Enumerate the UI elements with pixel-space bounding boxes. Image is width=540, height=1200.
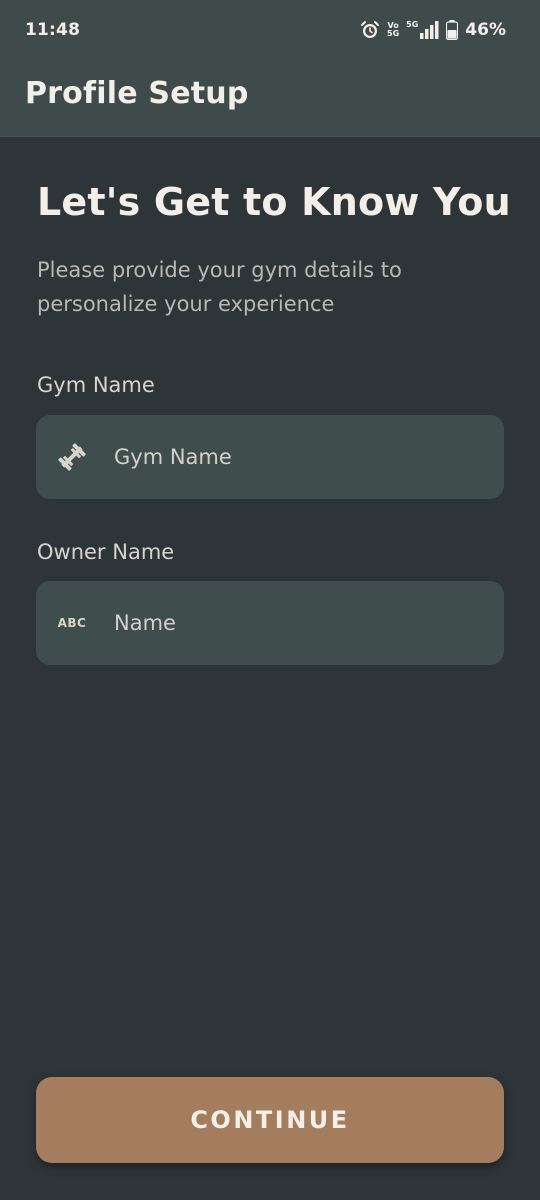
gym-name-input[interactable] — [114, 435, 484, 479]
abc-icon: ABC — [56, 607, 88, 639]
gym-name-label: Gym Name — [37, 373, 155, 397]
app-bar: 11:48 Vo 5G 5G 46% Profile Setup — [0, 0, 540, 137]
page-title: Profile Setup — [25, 76, 249, 111]
volte-bottom-label: 5G — [387, 29, 400, 38]
alarm-icon — [360, 20, 380, 40]
volte-indicator: Vo 5G — [387, 22, 399, 38]
signal-network-label: 5G — [406, 20, 419, 29]
signal-icon: 5G — [406, 21, 439, 39]
welcome-heading: Let's Get to Know You — [37, 180, 511, 224]
battery-percentage: 46% — [465, 20, 506, 40]
status-icons: Vo 5G 5G 46% — [360, 18, 506, 42]
welcome-subtitle: Please provide your gym details to perso… — [37, 258, 402, 316]
status-bar: 11:48 Vo 5G 5G 46% — [0, 0, 540, 62]
dumbbell-icon — [56, 441, 88, 473]
owner-name-field[interactable]: ABC — [36, 581, 504, 665]
owner-name-label: Owner Name — [37, 540, 175, 564]
continue-button[interactable]: CONTINUE — [36, 1077, 504, 1163]
battery-icon — [446, 20, 459, 40]
gym-name-field[interactable] — [36, 415, 504, 499]
abc-icon-text: ABC — [57, 616, 87, 630]
status-time: 11:48 — [25, 20, 81, 40]
owner-name-input[interactable] — [114, 601, 484, 645]
